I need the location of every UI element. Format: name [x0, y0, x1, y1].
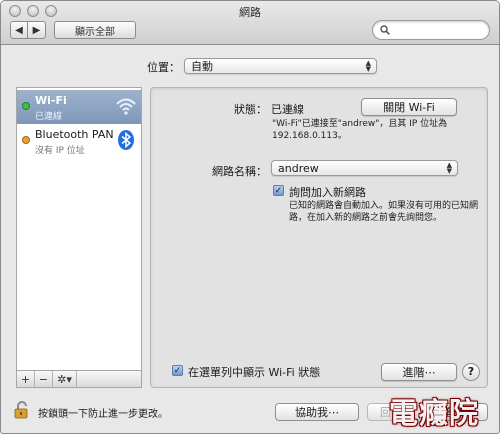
assist-me-button[interactable]: 協助我⋯ — [275, 403, 359, 421]
back-button[interactable]: ◀ — [10, 21, 28, 39]
location-popup[interactable]: 自動 ▲ ▼ — [184, 58, 377, 74]
plus-icon: + — [20, 372, 31, 386]
add-service-button[interactable]: + — [17, 371, 35, 387]
show-wifi-status-label: 在選單列中顯示 Wi-Fi 狀態 — [188, 366, 321, 379]
status-value: 已連線 — [271, 103, 304, 116]
service-name: Wi-Fi — [35, 94, 67, 107]
lock-icon[interactable] — [14, 401, 31, 419]
assist-me-label: 協助我⋯ — [295, 406, 339, 419]
show-wifi-status-checkbox[interactable]: ✓ — [172, 365, 183, 376]
show-all-button[interactable]: 顯示全部 — [54, 21, 136, 39]
title-bar: 網路 ◀ ▶ 顯示全部 — [1, 1, 499, 45]
turn-off-wifi-label: 關閉 Wi-Fi — [383, 101, 435, 114]
chevron-right-icon: ▶ — [32, 24, 41, 36]
forward-button[interactable]: ▶ — [28, 21, 46, 39]
location-value: 自動 — [191, 60, 213, 73]
help-icon: ? — [467, 365, 475, 378]
turn-off-wifi-button[interactable]: 關閉 Wi-Fi — [361, 98, 457, 116]
help-button[interactable]: ? — [462, 363, 480, 381]
service-list: Wi-Fi 已連線 Bluetooth PAN 沒有 IP 位址 — [16, 87, 142, 371]
wifi-icon — [116, 98, 136, 115]
search-input[interactable] — [372, 20, 490, 40]
minus-icon: − — [38, 372, 49, 386]
watermark-logo: 電癮院 — [389, 396, 480, 430]
ask-join-label: 詢問加入新網路 — [289, 186, 366, 199]
ask-join-note-line2: 路，在加入新的網路之前會先詢問您。 — [289, 213, 443, 223]
service-name: Bluetooth PAN — [35, 128, 114, 141]
status-label: 狀態： — [234, 103, 267, 116]
window-title: 網路 — [239, 6, 261, 19]
action-menu-button[interactable]: ✲▾ — [53, 371, 77, 387]
checkmark-icon: ✓ — [173, 366, 182, 376]
service-status: 沒有 IP 位址 — [35, 146, 85, 156]
chevron-left-icon: ◀ — [15, 24, 23, 36]
popup-arrows-icon: ▲ ▼ — [446, 161, 452, 175]
checkmark-icon: ✓ — [274, 186, 283, 196]
search-icon — [380, 25, 390, 35]
popup-arrows-icon: ▲ ▼ — [365, 59, 371, 73]
status-note-line1: "Wi-Fi"已連接至"andrew"，且其 IP 位址為 — [272, 119, 448, 129]
service-item-bluetooth-pan[interactable]: Bluetooth PAN 沒有 IP 位址 — [17, 124, 141, 158]
advanced-label: 進階⋯ — [402, 366, 436, 379]
ask-join-note-line1: 已知的網路會自動加入。如果沒有可用的已知網 — [289, 201, 479, 211]
service-item-wifi[interactable]: Wi-Fi 已連線 — [17, 90, 141, 124]
network-preferences-window: 網路 ◀ ▶ 顯示全部 位置： 自動 ▲ ▼ Wi-Fi 已連線 Bluetoot… — [0, 0, 500, 434]
status-note-line2: 192.168.0.113。 — [272, 131, 347, 141]
remove-service-button[interactable]: − — [35, 371, 53, 387]
advanced-button[interactable]: 進階⋯ — [381, 363, 457, 381]
location-label: 位置： — [147, 61, 180, 74]
lock-message: 按鎖頭一下防止進一步更改。 — [38, 409, 168, 420]
status-dot-green — [22, 102, 30, 110]
status-dot-orange — [22, 136, 30, 144]
detail-pane: 狀態： 已連線 關閉 Wi-Fi "Wi-Fi"已連接至"andrew"，且其 … — [150, 87, 488, 388]
network-name-label: 網路名稱： — [212, 165, 267, 178]
network-name-value: andrew — [278, 161, 319, 175]
sidebar-toolbar: + − ✲▾ — [16, 370, 142, 388]
network-name-popup[interactable]: andrew ▲ ▼ — [271, 160, 458, 176]
show-all-label: 顯示全部 — [75, 26, 115, 38]
bluetooth-icon — [118, 130, 134, 150]
gear-icon: ✲▾ — [57, 372, 72, 386]
ask-join-checkbox[interactable]: ✓ — [273, 185, 284, 196]
service-status: 已連線 — [35, 112, 63, 122]
